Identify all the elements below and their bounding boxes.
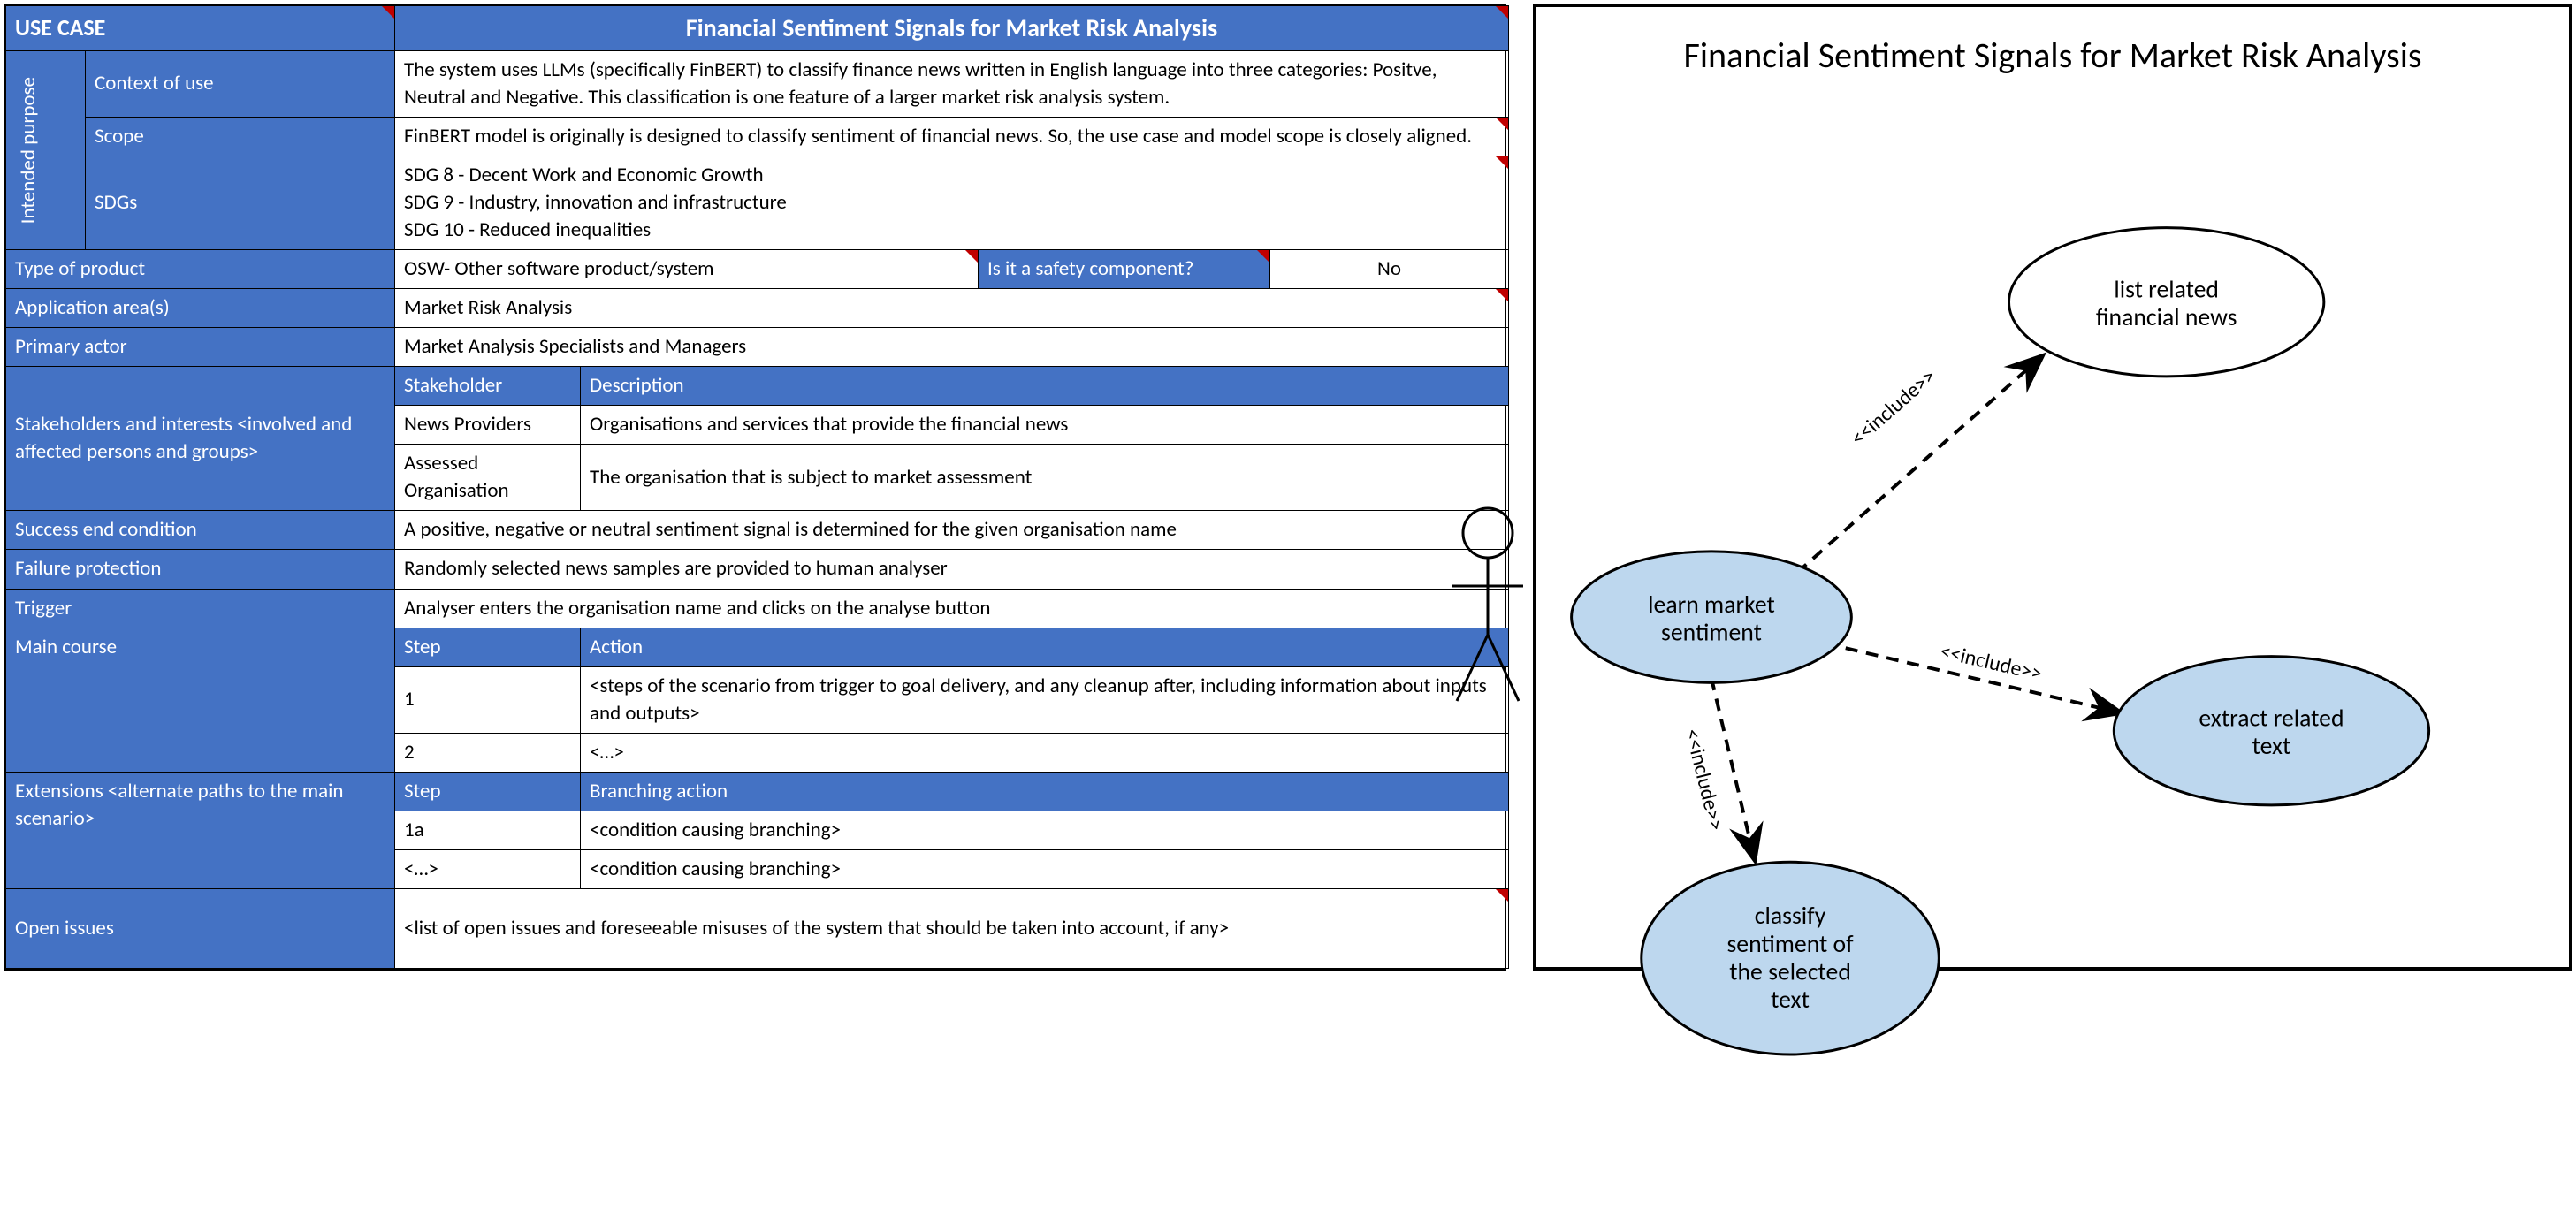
type-of-product-value: OSW- Other software product/system [395,250,979,289]
context-of-use-label: Context of use [86,50,395,117]
stakeholder-2-name: Assessed Organisation [395,445,581,511]
sdgs-label: SDGs [86,156,395,249]
actor-icon [1439,502,1536,705]
svg-text:financial news: financial news [2096,303,2237,332]
svg-text:the selected: the selected [1729,958,1851,987]
scope-value: FinBERT model is originally is designed … [395,117,1509,156]
diagram-title: Financial Sentiment Signals for Market R… [1536,7,2569,86]
svg-text:text: text [1771,986,1810,1015]
primary-actor-label: Primary actor [6,328,395,367]
type-of-product-label: Type of product [6,250,395,289]
diagram-svg: <<include>> <<include>> <<include>> lear… [1536,95,2569,1156]
svg-text:learn market: learn market [1648,590,1775,620]
step-2-no: 2 [395,733,581,772]
application-area-label: Application area(s) [6,289,395,328]
sdgs-value: SDG 8 - Decent Work and Economic Growth … [395,156,1509,249]
stakeholder-1-desc: Organisations and services that provide … [581,406,1509,445]
ext-2-no: <…> [395,849,581,888]
application-area-value: Market Risk Analysis [395,289,1509,328]
svg-text:list related: list related [2114,275,2219,304]
usecase-header: USE CASE [6,6,395,51]
branching-col-header: Branching action [581,772,1509,811]
open-issues-label: Open issues [6,888,395,968]
safety-component-value: No [1270,250,1509,289]
trigger-value: Analyser enters the organisation name an… [395,589,1509,628]
use-case-table-panel: USE CASE Financial Sentiment Signals for… [4,4,1506,971]
extensions-label: Extensions <alternate paths to the main … [6,772,395,888]
use-case-title: Financial Sentiment Signals for Market R… [395,6,1509,51]
include-label-1: <<include>> [1846,363,1941,451]
ext-step-col-header: Step [395,772,581,811]
ext-2-action: <condition causing branching> [581,849,1509,888]
primary-actor-value: Market Analysis Specialists and Managers [395,328,1509,367]
stakeholder-col-header: Stakeholder [395,367,581,406]
action-col-header: Action [581,628,1509,666]
intended-purpose-group: Intended purpose [6,50,86,249]
failure-label: Failure protection [6,550,395,589]
ext-1-no: 1a [395,811,581,849]
step-2-action: <…> [581,733,1509,772]
success-value: A positive, negative or neutral sentimen… [395,511,1509,550]
include-label-2: <<include>> [1938,638,2045,687]
svg-text:extract related: extract related [2199,704,2344,734]
stakeholders-label: Stakeholders and interests <involved and… [6,367,395,511]
use-case-table: USE CASE Financial Sentiment Signals for… [5,5,1509,969]
description-col-header: Description [581,367,1509,406]
scope-label: Scope [86,117,395,156]
ext-1-action: <condition causing branching> [581,811,1509,849]
svg-text:text: text [2252,732,2291,761]
context-of-use-value: The system uses LLMs (specifically FinBE… [395,50,1509,117]
main-course-label: Main course [6,628,395,772]
use-case-diagram-panel: Financial Sentiment Signals for Market R… [1533,4,2572,971]
svg-text:classify: classify [1755,902,1826,931]
trigger-label: Trigger [6,589,395,628]
step-1-action: <steps of the scenario from trigger to g… [581,666,1509,733]
open-issues-value: <list of open issues and foreseeable mis… [395,888,1509,968]
safety-component-label: Is it a safety component? [979,250,1270,289]
step-1-no: 1 [395,666,581,733]
failure-value: Randomly selected news samples are provi… [395,550,1509,589]
step-col-header: Step [395,628,581,666]
success-label: Success end condition [6,511,395,550]
include-label-3: <<include>> [1679,726,1729,833]
stakeholder-1-name: News Providers [395,406,581,445]
stakeholder-2-desc: The organisation that is subject to mark… [581,445,1509,511]
svg-text:sentiment: sentiment [1661,619,1762,648]
svg-text:sentiment of: sentiment of [1726,930,1854,959]
